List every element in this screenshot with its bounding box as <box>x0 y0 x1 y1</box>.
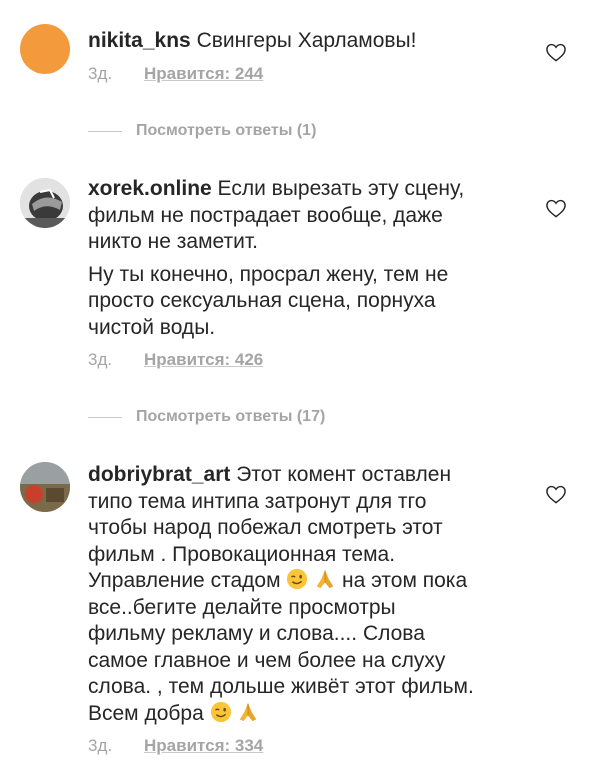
winking-face-emoji <box>287 568 308 590</box>
comment-text: Этот комент оставлен <box>236 463 452 486</box>
likes-link[interactable]: Нравится: 426 <box>144 350 263 370</box>
comment-time: 3д. <box>88 350 113 369</box>
comment-username[interactable]: xorek.online <box>88 177 212 200</box>
comment-text-line: типо тема интипа затронут для тго <box>88 489 427 513</box>
avatar[interactable] <box>20 178 70 228</box>
folded-hands-emoji <box>240 702 257 721</box>
comment-body: xorek.online Если вырезать эту сцену, фи… <box>88 176 538 341</box>
comment-meta: 3д. Нравится: 334 <box>88 736 263 756</box>
comment-username[interactable]: nikita_kns <box>88 29 191 52</box>
likes-link[interactable]: Нравится: 244 <box>144 64 263 84</box>
replies-divider <box>88 130 122 132</box>
view-replies-label: Посмотреть ответы (1) <box>136 122 317 139</box>
comment-text-line: самое главное и чем более на слуху <box>88 648 446 672</box>
comment-text-line: фильм не пострадает вообще, даже <box>88 203 443 227</box>
landscape-avatar-image <box>20 462 70 512</box>
comment-body: nikita_kns Свингеры Харламовы! <box>88 28 538 55</box>
comment-text-line: никто не заметит. <box>88 230 258 253</box>
comment-text-line: фильм . Провокационная тема. <box>88 542 396 566</box>
comment-text-line: на этом пока <box>342 569 468 592</box>
winking-face-emoji <box>210 701 231 722</box>
comment-username[interactable]: dobriybrat_art <box>88 463 230 486</box>
likes-link[interactable]: Нравится: 334 <box>144 736 263 756</box>
comment-text: Если вырезать эту сцену, <box>217 177 465 200</box>
comment-time: 3д. <box>88 736 113 755</box>
comment-text-line: Ну ты конечно, просрал жену, тем не <box>88 262 449 286</box>
comment-text-line: фильму рекламу и слова.... Слова <box>88 622 425 645</box>
heart-outline-icon[interactable] <box>545 42 567 62</box>
comment-body: dobriybrat_art Этот комент оставлен типо… <box>88 462 538 727</box>
comment-meta: 3д. Нравится: 244 <box>88 64 263 84</box>
comment-text-line: чтобы народ побежал смотреть этот <box>88 516 443 539</box>
heart-outline-icon[interactable] <box>545 198 567 218</box>
avatar[interactable] <box>20 462 70 512</box>
view-replies-button[interactable]: Посмотреть ответы (1) <box>88 122 316 140</box>
comment-meta: 3д. Нравится: 426 <box>88 350 263 370</box>
folded-hands-emoji <box>316 569 334 589</box>
view-replies-label: Посмотреть ответы (17) <box>136 408 326 425</box>
comment-text: Свингеры Харламовы! <box>196 29 417 52</box>
comment-time: 3д. <box>88 64 113 83</box>
comment-text-line: просто сексуальная сцена, порнуха <box>88 289 436 312</box>
comment-text-line: чистой воды. <box>88 315 216 339</box>
view-replies-button[interactable]: Посмотреть ответы (17) <box>88 408 325 426</box>
comment-text-line: слова. , тем дольше живёт этот фильм. <box>88 675 474 698</box>
comment-text-line: Управление стадом <box>88 569 281 592</box>
comment-text-line: Всем добра <box>88 701 204 725</box>
helmet-avatar-image <box>20 178 70 228</box>
comment-text-line: все..бегите делайте просмотры <box>88 595 396 619</box>
heart-outline-icon[interactable] <box>545 484 567 504</box>
avatar[interactable] <box>20 24 70 74</box>
replies-divider <box>88 416 122 418</box>
